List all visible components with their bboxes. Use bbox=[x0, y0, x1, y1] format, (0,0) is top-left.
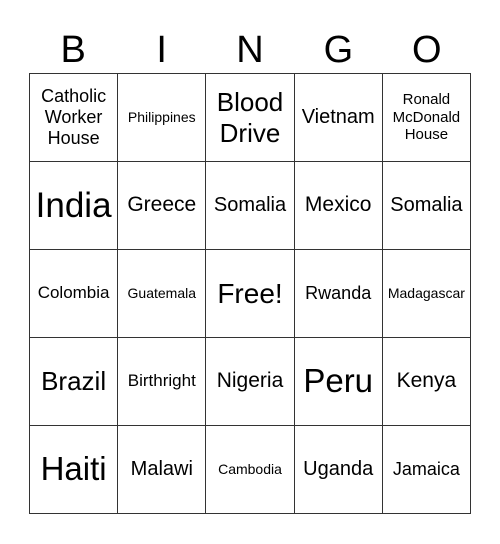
bingo-cell[interactable]: Birthright bbox=[118, 338, 207, 426]
bingo-cell[interactable]: Somalia bbox=[206, 162, 295, 250]
bingo-cell[interactable]: Mexico bbox=[294, 162, 383, 250]
bingo-cell[interactable]: Catholic Worker House bbox=[30, 74, 119, 162]
bingo-cell[interactable]: Jamaica bbox=[382, 426, 471, 514]
bingo-cell[interactable]: Ronald McDonald House bbox=[382, 74, 471, 162]
header-letter-n: N bbox=[236, 29, 264, 71]
bingo-cell[interactable]: Uganda bbox=[294, 426, 383, 514]
bingo-cell[interactable]: Nigeria bbox=[206, 338, 295, 426]
bingo-cell[interactable]: Blood Drive bbox=[206, 74, 295, 162]
bingo-cell[interactable]: Somalia bbox=[382, 162, 471, 250]
bingo-cell[interactable]: Peru bbox=[294, 338, 383, 426]
bingo-cell[interactable]: Vietnam bbox=[294, 74, 383, 162]
bingo-cell[interactable]: Rwanda bbox=[294, 250, 383, 338]
bingo-cell[interactable]: Colombia bbox=[30, 250, 119, 338]
bingo-card-grid: Catholic Worker House Philippines Blood Dr… bbox=[29, 73, 471, 514]
bingo-cell[interactable]: Greece bbox=[118, 162, 207, 250]
bingo-cell[interactable]: Guatemala bbox=[118, 250, 207, 338]
header-letter-b: B bbox=[60, 29, 86, 71]
bingo-cell[interactable]: Brazil bbox=[30, 338, 119, 426]
bingo-cell[interactable]: Kenya bbox=[382, 338, 471, 426]
bingo-header: B I N G O bbox=[29, 28, 471, 73]
header-letter-o: O bbox=[412, 29, 442, 71]
bingo-cell[interactable]: Cambodia bbox=[206, 426, 295, 514]
bingo-cell[interactable]: India bbox=[30, 162, 119, 250]
header-letter-g: G bbox=[323, 29, 354, 71]
header-letter-i: I bbox=[156, 29, 167, 71]
free-space-cell[interactable]: Free! bbox=[206, 250, 295, 338]
bingo-cell[interactable]: Madagascar bbox=[382, 250, 471, 338]
bingo-cell[interactable]: Philippines bbox=[118, 74, 207, 162]
bingo-cell[interactable]: Haiti bbox=[30, 426, 119, 514]
bingo-cell[interactable]: Malawi bbox=[118, 426, 207, 514]
